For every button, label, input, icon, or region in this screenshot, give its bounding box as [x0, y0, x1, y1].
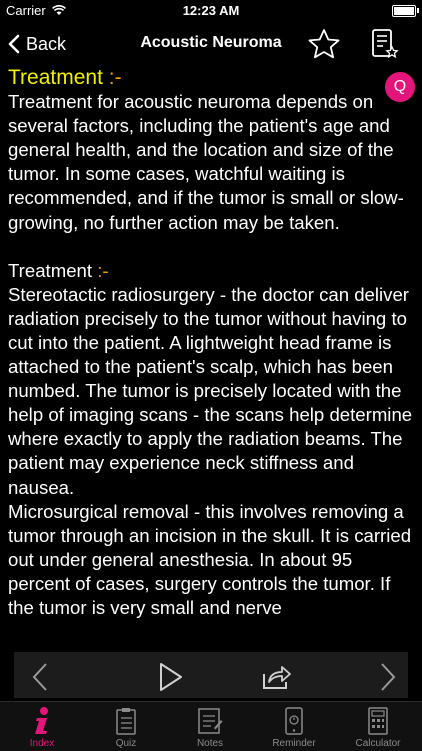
quiz-floating-button[interactable]: Q: [385, 72, 415, 102]
chevron-left-icon: [32, 663, 47, 691]
calculator-icon: [368, 707, 388, 735]
section-heading-suffix: :-: [92, 259, 109, 281]
play-icon: [160, 663, 182, 691]
chevron-left-icon: [8, 34, 20, 54]
status-bar: Carrier 12:23 AM: [0, 0, 422, 22]
tab-label: Calculator: [355, 738, 401, 749]
page-title: Acoustic Neuroma: [140, 34, 282, 51]
star-icon: [308, 29, 340, 59]
section-heading-suffix: :-: [102, 66, 122, 89]
notes-icon: [198, 708, 223, 734]
play-button[interactable]: [158, 662, 184, 697]
reader-toolbar: [14, 652, 408, 698]
next-button[interactable]: [378, 662, 398, 697]
quiz-clipboard-icon: [116, 708, 136, 735]
section-text: Stereotactic radiosurgery - the doctor c…: [8, 283, 413, 618]
previous-button[interactable]: [30, 662, 50, 697]
status-time: 12:23 AM: [182, 3, 240, 18]
tab-quiz[interactable]: Quiz: [84, 702, 168, 751]
navigation-bar: Back Acoustic Neuroma: [0, 22, 422, 66]
section-heading-text: Treatment: [8, 259, 93, 281]
reminder-phone-icon: [285, 707, 303, 735]
section-text: Treatment for acoustic neuroma depends o…: [8, 91, 404, 233]
info-icon: [35, 707, 48, 734]
tab-reminder[interactable]: Reminder: [252, 702, 336, 751]
tab-index[interactable]: Index: [0, 702, 84, 751]
chevron-right-icon: [381, 663, 396, 691]
tab-label: Index: [29, 738, 55, 749]
content-section: Treatment :- Treatment for acoustic neur…: [0, 66, 422, 235]
article-content: Treatment :- Treatment for acoustic neur…: [0, 66, 422, 642]
share-icon: [263, 666, 291, 689]
notebook-star-icon: [372, 29, 399, 59]
back-button[interactable]: Back: [8, 32, 66, 56]
tab-bar: Index Quiz Notes Reminder Calculator: [0, 701, 422, 751]
tab-label: Notes: [196, 738, 224, 749]
favorite-star-button[interactable]: [307, 28, 341, 65]
content-section: Treatment :- Stereotactic radiosurgery -…: [0, 259, 422, 620]
tab-label: Reminder: [272, 738, 316, 749]
back-label: Back: [26, 33, 67, 54]
tab-notes[interactable]: Notes: [168, 702, 252, 751]
section-heading-text: Treatment: [8, 66, 103, 89]
section-heading: Treatment :-: [8, 259, 414, 283]
section-heading: Treatment :-: [8, 66, 414, 90]
share-button[interactable]: [260, 662, 292, 697]
battery-icon: [392, 5, 419, 17]
tab-label: Quiz: [115, 738, 137, 749]
bookmarks-button[interactable]: [369, 28, 399, 65]
tab-calculator[interactable]: Calculator: [336, 702, 420, 751]
